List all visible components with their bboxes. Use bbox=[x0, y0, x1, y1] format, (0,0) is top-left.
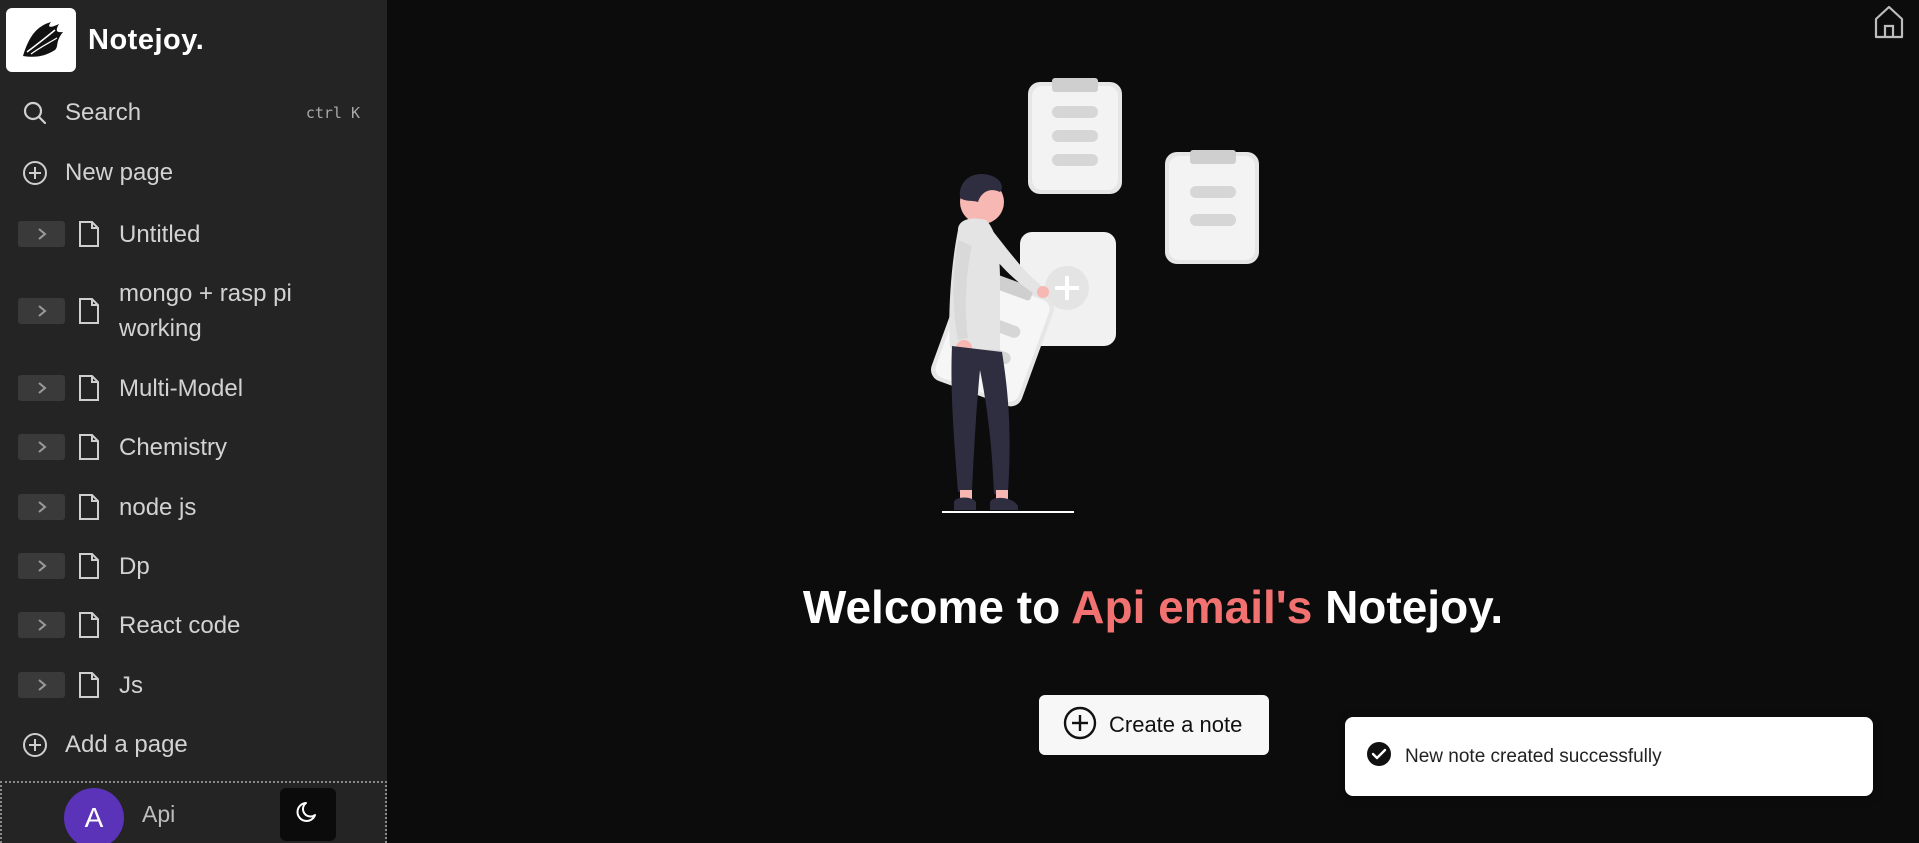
search-shortcut: ctrl K bbox=[305, 104, 360, 122]
add-page-label: Add a page bbox=[65, 731, 188, 758]
sidebar-page-item[interactable]: Chemistry bbox=[0, 429, 387, 465]
home-icon[interactable] bbox=[1873, 4, 1905, 40]
brand-name: Notejoy. bbox=[88, 23, 205, 56]
logo-brush-icon bbox=[6, 8, 76, 72]
toast-message: New note created successfully bbox=[1405, 745, 1662, 767]
toast-notification: New note created successfully bbox=[1345, 717, 1873, 796]
page-label: node js bbox=[119, 493, 197, 521]
chevron-right-icon[interactable] bbox=[18, 298, 65, 324]
create-note-label: Create a note bbox=[1109, 712, 1243, 737]
chevron-right-icon[interactable] bbox=[18, 672, 65, 698]
page-label: Chemistry bbox=[119, 433, 228, 461]
sidebar-page-item[interactable]: Js bbox=[0, 667, 387, 703]
plus-circle-icon bbox=[21, 159, 49, 187]
welcome-heading: Welcome to Api email's Notejoy. bbox=[387, 580, 1919, 634]
check-circle-icon bbox=[1367, 742, 1391, 771]
search-icon bbox=[21, 99, 49, 127]
file-icon bbox=[77, 552, 101, 580]
chevron-right-icon[interactable] bbox=[18, 553, 65, 579]
sidebar-page-item[interactable]: mongo + rasp pi working bbox=[0, 276, 387, 346]
theme-toggle-button[interactable] bbox=[280, 788, 336, 841]
chevron-right-icon[interactable] bbox=[18, 494, 65, 520]
welcome-prefix: Welcome to bbox=[802, 581, 1072, 633]
file-icon bbox=[77, 374, 101, 402]
sidebar-page-item[interactable]: Untitled bbox=[0, 216, 387, 252]
file-icon bbox=[77, 493, 101, 521]
welcome-suffix: Notejoy. bbox=[1312, 581, 1504, 633]
file-icon bbox=[77, 433, 101, 461]
file-icon bbox=[77, 297, 101, 325]
new-page-label: New page bbox=[65, 159, 174, 186]
chevron-right-icon[interactable] bbox=[18, 221, 65, 247]
page-label: React code bbox=[119, 611, 241, 639]
chevron-right-icon[interactable] bbox=[18, 375, 65, 401]
brand[interactable]: Notejoy. bbox=[6, 8, 204, 72]
user-name: Api bbox=[142, 801, 176, 827]
page-label: Js bbox=[119, 671, 143, 699]
plus-circle-icon bbox=[1063, 706, 1097, 745]
search-button[interactable]: Search ctrl K bbox=[0, 95, 387, 131]
sidebar: Notejoy. Search ctrl K New page Untitled… bbox=[0, 0, 387, 843]
file-icon bbox=[77, 671, 101, 699]
new-page-button[interactable]: New page bbox=[0, 155, 387, 191]
page-label: Multi-Model bbox=[119, 374, 244, 402]
page-label: Dp bbox=[119, 552, 150, 580]
page-label: mongo + rasp pi working bbox=[119, 280, 292, 342]
app-root: Notejoy. Search ctrl K New page Untitled… bbox=[0, 0, 1919, 843]
sidebar-page-item[interactable]: Dp bbox=[0, 548, 387, 584]
add-page-button[interactable]: Add a page bbox=[0, 727, 387, 763]
plus-circle-icon bbox=[21, 731, 49, 759]
user-bar: A Api bbox=[0, 781, 387, 843]
search-label: Search bbox=[65, 99, 142, 126]
create-note-button[interactable]: Create a note bbox=[1039, 695, 1269, 755]
file-icon bbox=[77, 611, 101, 639]
welcome-highlight: Api email's bbox=[1071, 581, 1313, 633]
chevron-right-icon[interactable] bbox=[18, 434, 65, 460]
page-label: Untitled bbox=[119, 220, 201, 248]
sidebar-page-item[interactable]: node js bbox=[0, 489, 387, 525]
welcome-illustration bbox=[922, 70, 1377, 530]
file-icon bbox=[77, 220, 101, 248]
chevron-right-icon[interactable] bbox=[18, 612, 65, 638]
sidebar-page-item[interactable]: Multi-Model bbox=[0, 370, 387, 406]
avatar[interactable]: A bbox=[64, 788, 124, 843]
sidebar-page-item[interactable]: React code bbox=[0, 607, 387, 643]
moon-icon bbox=[295, 799, 321, 830]
main-content: Welcome to Api email's Notejoy. Create a… bbox=[387, 0, 1919, 843]
